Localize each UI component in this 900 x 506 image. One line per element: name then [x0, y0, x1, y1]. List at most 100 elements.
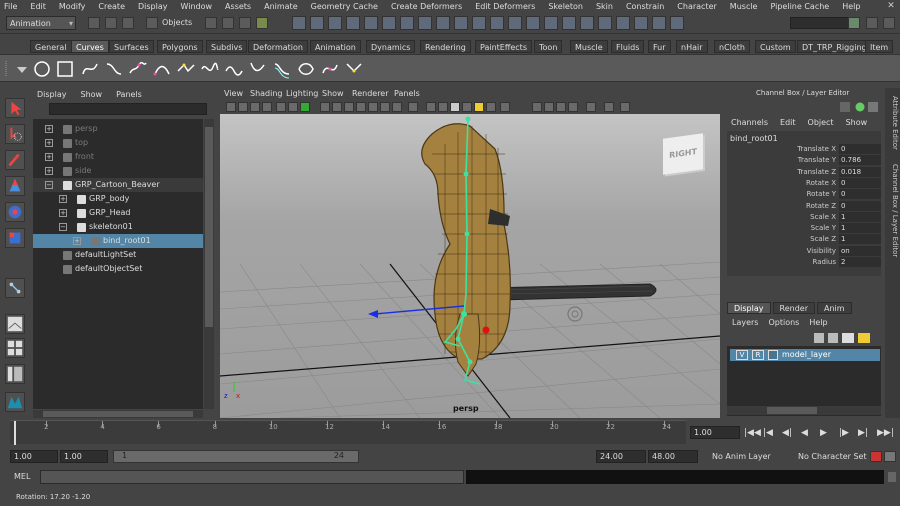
viewcube[interactable]: RIGHT — [663, 133, 703, 175]
outliner-row[interactable]: + front — [33, 150, 203, 164]
reverse-curve-icon[interactable] — [296, 59, 316, 79]
shelf-tab-polygons[interactable]: Polygons — [157, 40, 203, 53]
menu-item-geometry-cache[interactable]: Geometry Cache — [311, 2, 378, 11]
channel-value-field[interactable]: 0 — [839, 189, 881, 200]
menu-item-modify[interactable]: Modify — [59, 2, 86, 11]
channel-row[interactable]: Translate Z 0.018 — [727, 166, 881, 178]
expand-icon[interactable]: + — [45, 167, 53, 175]
shelf-tab-nhair[interactable]: nHair — [676, 40, 708, 53]
channel-label[interactable]: Scale Z — [810, 234, 836, 245]
snap-curve-icon[interactable] — [310, 16, 324, 30]
detach-curves-icon[interactable] — [200, 59, 220, 79]
menu-item-constrain[interactable]: Constrain — [626, 2, 664, 11]
channel-row[interactable]: Visibility on — [727, 245, 881, 257]
layer-visibility-toggle[interactable]: V — [736, 350, 748, 360]
move-tool-icon[interactable] — [5, 176, 25, 196]
outliner-row[interactable]: + side — [33, 164, 203, 178]
hypershade-icon[interactable] — [454, 16, 468, 30]
rebuild-curve-icon[interactable] — [320, 59, 340, 79]
expand-icon[interactable]: + — [59, 209, 67, 217]
attribute-editor-toggle-icon[interactable] — [866, 17, 878, 29]
menu-item-window[interactable]: Window — [181, 2, 213, 11]
playback-start-field[interactable]: 1.00 — [60, 450, 108, 463]
layer-tab-display[interactable]: Display — [727, 302, 771, 314]
texture-sampling-icon[interactable] — [604, 102, 614, 112]
layer-row[interactable]: V R model_layer — [730, 349, 880, 361]
perspective-viewport[interactable]: z x RIGHT persp — [220, 114, 720, 418]
outliner-row[interactable]: − GRP_Cartoon_Beaver — [33, 178, 203, 192]
channel-row[interactable]: Scale X1 — [727, 211, 881, 223]
outliner-row[interactable]: + top — [33, 136, 203, 150]
insert-knot-icon[interactable] — [224, 59, 244, 79]
light-locator[interactable] — [567, 306, 583, 322]
outliner-row[interactable]: + persp — [33, 122, 203, 136]
outliner-menu-panels[interactable]: Panels — [116, 90, 142, 99]
shelf-tab-painteffects[interactable]: PaintEffects — [475, 40, 532, 53]
menu-item-muscle[interactable]: Muscle — [730, 2, 758, 11]
shelf-tab-curves[interactable]: Curves — [71, 40, 109, 53]
animation-start-field[interactable]: 1.00 — [10, 450, 58, 463]
expand-icon[interactable]: + — [73, 237, 81, 245]
snapshot-icon[interactable] — [544, 16, 558, 30]
wireframe-on-shaded-icon[interactable] — [450, 102, 460, 112]
layer-horizontal-scrollbar[interactable] — [727, 406, 881, 415]
menu-item-display[interactable]: Display — [138, 2, 168, 11]
playback-end-field[interactable]: 24.00 — [596, 450, 646, 463]
range-slider-bar[interactable]: 1 24 — [113, 450, 359, 463]
four-view-layout-icon[interactable] — [5, 338, 25, 358]
channel-menu-object[interactable]: Object — [808, 118, 834, 127]
camera-attributes-icon[interactable] — [238, 102, 248, 112]
wireframe-icon[interactable] — [426, 102, 436, 112]
collapse-icon[interactable]: − — [59, 223, 67, 231]
shelf-tab-item[interactable]: Item — [865, 40, 894, 53]
shelf-tab-custom[interactable]: Custom — [755, 40, 796, 53]
snap-plane-icon[interactable] — [346, 16, 360, 30]
channel-box-tab[interactable]: Channel Box / Layer Editor — [887, 164, 899, 257]
command-input[interactable] — [40, 470, 464, 484]
dope-sheet-icon[interactable] — [616, 16, 630, 30]
arc-tool-icon[interactable] — [152, 59, 172, 79]
hypergraph-icon[interactable] — [652, 16, 666, 30]
menu-item-character[interactable]: Character — [677, 2, 717, 11]
tool-settings-toggle-icon[interactable] — [883, 17, 895, 29]
viewport-menu-panels[interactable]: Panels — [394, 89, 420, 98]
object-mode-icon[interactable] — [222, 17, 234, 29]
open-scene-icon[interactable] — [105, 17, 117, 29]
shelf-tab-rendering[interactable]: Rendering — [420, 40, 471, 53]
shelf-menu-icon[interactable] — [12, 59, 32, 79]
step-forward-key-icon[interactable]: |▶ — [839, 428, 849, 438]
auto-key-icon[interactable] — [870, 451, 882, 462]
menu-item-create-deformers[interactable]: Create Deformers — [391, 2, 462, 11]
safe-action-icon[interactable] — [344, 102, 354, 112]
move-layer-down-icon[interactable] — [828, 333, 838, 343]
ipr-render-icon[interactable] — [418, 16, 432, 30]
paint-select-tool-icon[interactable] — [5, 150, 25, 170]
translate-manip-arrow[interactable] — [368, 310, 378, 318]
go-to-start-icon[interactable]: |◀◀ — [744, 428, 761, 438]
layer-reference-toggle[interactable]: R — [752, 350, 764, 360]
shelf-tab-dynamics[interactable]: Dynamics — [366, 40, 416, 53]
shelf-tab-dt-trp-rigging[interactable]: DT_TRP_Rigging — [797, 40, 872, 53]
channel-value-field[interactable]: 1 — [839, 211, 881, 222]
shelf-tab-fluids[interactable]: Fluids — [611, 40, 645, 53]
mel-label[interactable]: MEL — [14, 472, 30, 481]
channel-value-field[interactable]: 0 — [839, 177, 881, 188]
last-tool-icon[interactable] — [5, 278, 25, 298]
layer-tab-anim[interactable]: Anim — [816, 302, 852, 314]
channel-row[interactable]: Rotate Y0 — [727, 189, 881, 200]
layer-editor-icon[interactable] — [855, 102, 865, 112]
channel-label[interactable]: Visibility — [807, 246, 836, 257]
menu-item-edit-deformers[interactable]: Edit Deformers — [475, 2, 535, 11]
textured-icon[interactable] — [462, 102, 472, 112]
bookmark-icon[interactable] — [250, 102, 260, 112]
xray-icon[interactable] — [408, 102, 418, 112]
select-tool-icon[interactable] — [5, 98, 25, 118]
image-plane-icon[interactable] — [262, 102, 272, 112]
channel-row[interactable]: Translate X0 — [727, 144, 881, 155]
viewport-menu-renderer[interactable]: Renderer — [352, 89, 389, 98]
shadows-icon[interactable] — [486, 102, 496, 112]
render-settings-icon[interactable] — [436, 16, 450, 30]
selection-mode-icon[interactable] — [146, 17, 158, 29]
menu-item-file[interactable]: File — [4, 2, 17, 11]
menu-item-edit[interactable]: Edit — [30, 2, 46, 11]
